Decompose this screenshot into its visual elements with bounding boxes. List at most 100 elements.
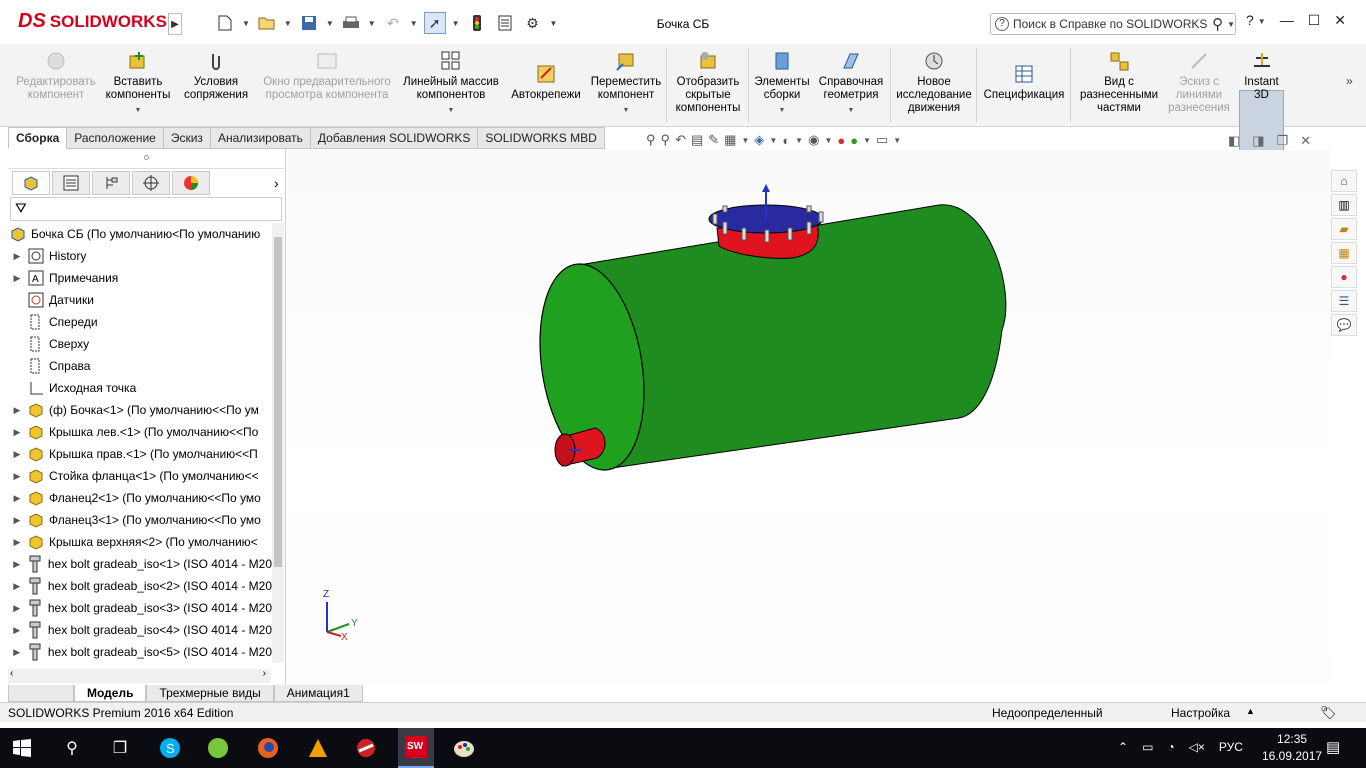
expand-arrow-icon[interactable]: ▶ [8, 273, 26, 284]
zoom-to-area-icon[interactable]: ⚲ [661, 132, 671, 148]
help-search-box[interactable]: ? Поиск в Справке по SOLIDWORKS ⚲ ▼ [990, 13, 1236, 35]
tree-item[interactable]: Спереди [8, 311, 272, 333]
minimize-icon[interactable]: — [1280, 12, 1294, 29]
instant-3d-button[interactable]: Instant 3D [1240, 50, 1283, 102]
bill-of-materials-button[interactable]: Спецификация [982, 63, 1066, 102]
firefox-icon[interactable] [256, 736, 280, 760]
tags-icon[interactable]: 🏷 [1320, 705, 1337, 721]
tree-root[interactable]: Бочка СБ (По умолчанию<По умолчанию [8, 223, 272, 245]
linear-pattern-button[interactable]: Линейный массив компонентов ▼ [398, 50, 504, 117]
print-icon[interactable] [340, 12, 362, 34]
display-manager-tab-icon[interactable] [172, 171, 210, 195]
tab-mbd[interactable]: SOLIDWORKS MBD [478, 127, 605, 149]
tree-item[interactable]: ▶ Фланец3<1> (По умолчанию<<По умо [8, 509, 272, 531]
search-dropdown-icon[interactable]: ▼ [1227, 20, 1235, 29]
expand-arrow-icon[interactable]: ▶ [8, 537, 26, 548]
hide-show-icon[interactable]: ◉ [808, 132, 819, 148]
move-component-button[interactable]: Переместить компонент ▼ [588, 50, 664, 117]
expand-arrow-icon[interactable]: ▶ [8, 405, 26, 416]
close-icon[interactable]: ✕ [1334, 12, 1346, 29]
tab-model[interactable]: Модель [74, 685, 147, 702]
solidworks-logo[interactable]: DS SOLIDWORKS [18, 10, 167, 33]
open-folder-icon[interactable] [256, 12, 278, 34]
tree-item[interactable]: ▶ History [8, 245, 272, 267]
tree-item[interactable]: ▶ hex bolt gradeab_iso<4> (ISO 4014 - M20 [8, 619, 272, 641]
battery-icon[interactable]: ▭ [1142, 740, 1153, 754]
dynamic-annotation-icon[interactable]: ✎ [708, 132, 719, 148]
solidworks-taskbar-icon[interactable]: SW [398, 728, 434, 768]
configuration-manager-tab-icon[interactable] [92, 171, 130, 195]
tab-layout[interactable]: Расположение [67, 127, 164, 149]
property-manager-tab-icon[interactable] [52, 171, 90, 195]
utorrent-icon[interactable] [206, 736, 230, 760]
tree-vertical-scrollbar[interactable] [272, 223, 284, 663]
forum-icon[interactable]: 💬 [1331, 314, 1357, 336]
expand-arrow-icon[interactable]: ▶ [8, 647, 25, 658]
view-display-icon[interactable]: ▭ [876, 132, 888, 148]
tree-item[interactable]: Справа [8, 355, 272, 377]
taskbar-clock[interactable]: 12:35 16.09.2017 [1262, 731, 1322, 765]
file-properties-icon[interactable] [494, 12, 516, 34]
settings-menu[interactable]: Настройка [1171, 706, 1230, 720]
tab-motion-study[interactable]: Анимация1 [273, 685, 363, 702]
tree-item[interactable]: ▶ A Примечания [8, 267, 272, 289]
custom-properties-icon[interactable]: ☰ [1331, 290, 1357, 312]
solidworks-resources-icon[interactable]: ⌂ [1331, 170, 1357, 192]
design-library-icon[interactable]: ▥ [1331, 194, 1357, 216]
tree-filter-box[interactable]: ⛛ [10, 197, 282, 221]
expand-arrow-icon[interactable]: ▶ [8, 449, 26, 460]
new-document-icon[interactable] [214, 12, 236, 34]
tree-item[interactable]: ▶ hex bolt gradeab_iso<1> (ISO 4014 - M20 [8, 553, 272, 575]
help-dropdown-icon[interactable]: ▼ [1258, 17, 1266, 29]
feature-manager-tab-icon[interactable] [12, 171, 50, 195]
tree-item[interactable]: ▶ hex bolt gradeab_iso<5> (ISO 4014 - M20 [8, 641, 272, 663]
paint-app-icon[interactable] [452, 736, 476, 760]
tab-scroll-arrows[interactable] [8, 685, 74, 702]
expand-arrow-icon[interactable]: ▶ [8, 581, 25, 592]
previous-view-icon[interactable]: ↶ [675, 132, 686, 148]
tree-item[interactable]: ▶ Крышка прав.<1> (По умолчанию<<П [8, 443, 272, 465]
tree-item[interactable]: ▶ Стойка фланца<1> (По умолчанию<< [8, 465, 272, 487]
notifications-icon[interactable]: ▤ [1326, 738, 1340, 756]
tab-3d-views[interactable]: Трехмерные виды [146, 685, 274, 702]
graphics-area[interactable]: Z Y X [287, 150, 1331, 685]
appearances-icon[interactable]: ● [1331, 266, 1357, 288]
apply-scene-icon[interactable]: ● [850, 133, 858, 148]
tabs-scroll-right-icon[interactable]: › [274, 171, 279, 195]
tree-item[interactable]: ▶ hex bolt gradeab_iso<2> (ISO 4014 - M20 [8, 575, 272, 597]
expand-arrow-icon[interactable]: ▶ [8, 251, 26, 262]
help-button[interactable]: ? [1246, 12, 1254, 29]
show-hidden-components-button[interactable]: Отобразить скрытые компоненты [670, 50, 746, 115]
insert-components-button[interactable]: Вставить компоненты ▼ [102, 50, 174, 117]
viewport-restore-icon[interactable]: ❐ [1277, 133, 1289, 149]
filter-icon[interactable]: ⛛ [15, 200, 27, 217]
settings-caret-icon[interactable]: ▲ [1246, 706, 1255, 716]
avast-icon[interactable] [306, 736, 330, 760]
section-view-icon[interactable]: ▤ [691, 132, 703, 148]
tree-item[interactable]: ▶ Крышка верхняя<2> (По умолчанию< [8, 531, 272, 553]
tab-sketch[interactable]: Эскиз [163, 127, 211, 149]
view-palette-icon[interactable]: ▦ [1331, 242, 1357, 264]
task-view-icon[interactable]: ❐ [108, 736, 132, 760]
assembly-features-button[interactable]: Элементы сборки ▼ [750, 50, 814, 117]
expand-arrow-icon[interactable]: ▶ [8, 471, 26, 482]
tree-horizontal-scrollbar[interactable]: ‹ › [8, 668, 270, 683]
options-gear-icon[interactable]: ⚙ [522, 12, 544, 34]
help-search-input[interactable]: Поиск в Справке по SOLIDWORKS [1013, 17, 1207, 31]
undo-icon[interactable]: ↶ [382, 12, 404, 34]
volume-icon[interactable]: ◁× [1189, 740, 1205, 754]
tab-addins[interactable]: Добавления SOLIDWORKS [310, 127, 479, 149]
tree-item[interactable]: ▶ Фланец2<1> (По умолчанию<<По умо [8, 487, 272, 509]
skype-icon[interactable]: S [158, 736, 182, 760]
tree-item[interactable]: Исходная точка [8, 377, 272, 399]
viewport-prev-icon[interactable]: ◧ [1228, 133, 1240, 149]
new-motion-study-button[interactable]: Новое исследование движения [894, 50, 974, 115]
dimxpert-manager-tab-icon[interactable] [132, 171, 170, 195]
search-icon[interactable]: ⚲ [1212, 15, 1223, 33]
app-switcher-icon[interactable] [354, 736, 378, 760]
expand-arrow-icon[interactable]: ▶ [8, 603, 25, 614]
viewport-close-icon[interactable]: ✕ [1300, 133, 1311, 149]
edit-appearance-icon[interactable]: ● [837, 133, 845, 148]
zoom-to-fit-icon[interactable]: ⚲ [646, 132, 656, 148]
expand-arrow-icon[interactable]: ▶ [8, 515, 26, 526]
